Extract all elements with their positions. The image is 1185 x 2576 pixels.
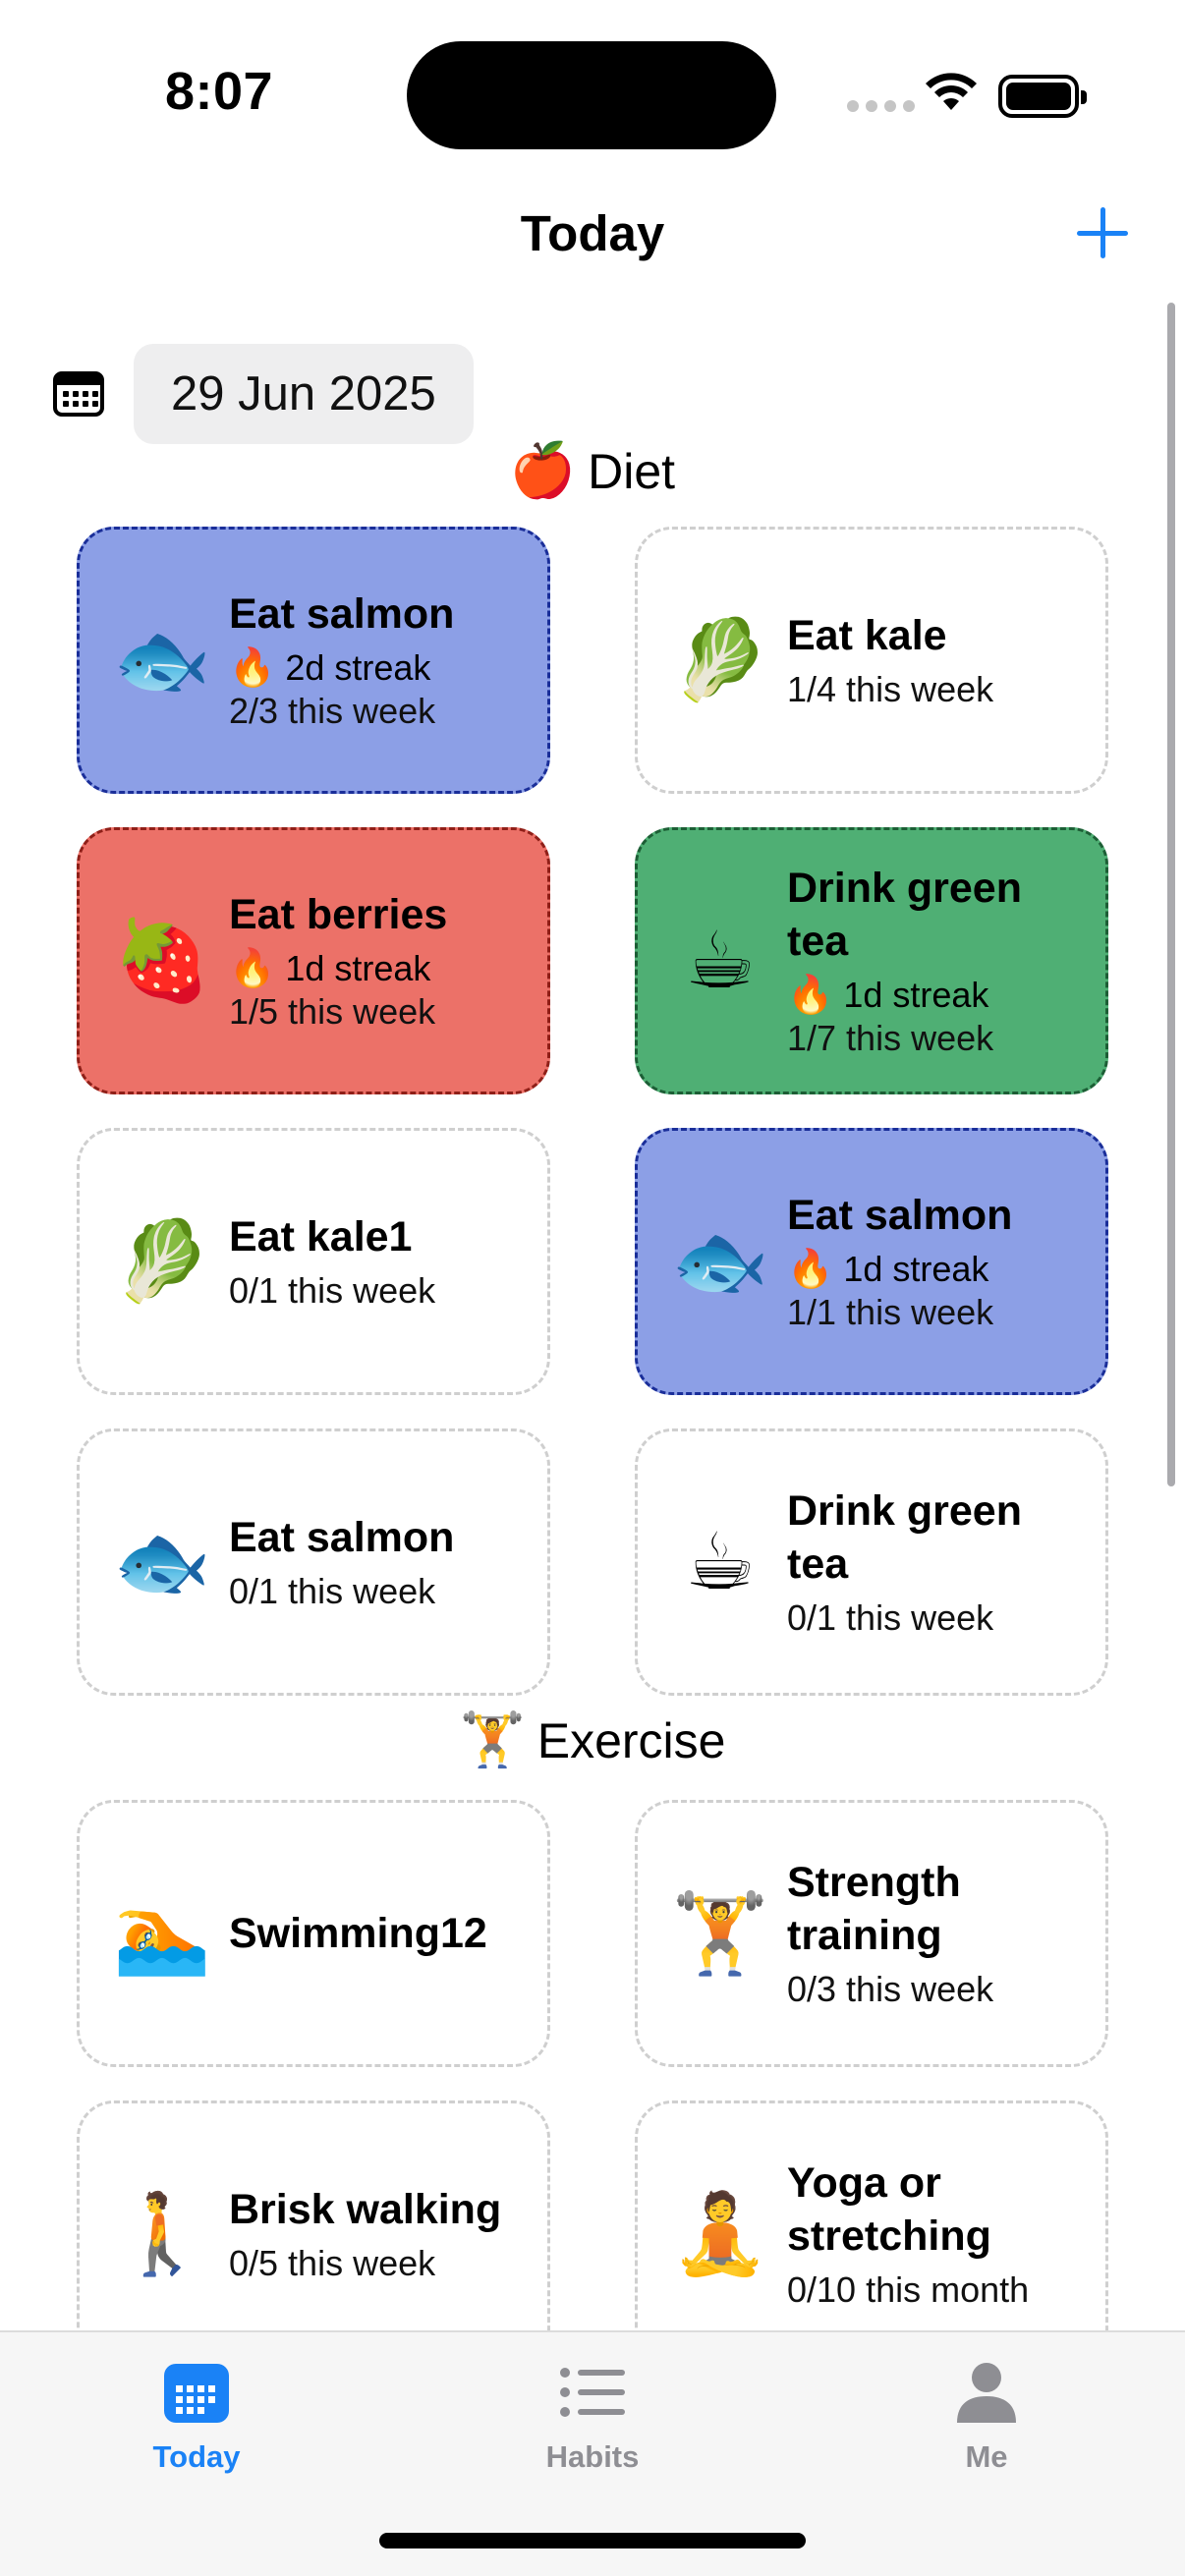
habit-emoji-icon: 🍓 <box>113 917 211 1004</box>
habit-progress: 0/1 this week <box>787 1597 994 1638</box>
habit-title: Eat berries <box>229 891 448 938</box>
habit-emoji-icon: 🧘 <box>671 2190 769 2277</box>
habit-card-body: Drink green tea 🔥 1d streak 1/7 this week <box>787 862 1090 1060</box>
streak-info: 🔥 2d streak <box>229 646 532 690</box>
cellular-signal-icon <box>847 100 915 112</box>
status-bar: 8:07 <box>0 0 1185 187</box>
tab-me[interactable]: Me <box>888 2360 1085 2475</box>
habit-emoji-icon: 🚶 <box>113 2190 211 2277</box>
wifi-icon <box>926 73 977 110</box>
habit-card[interactable]: 🐟 Eat salmon 🔥 2d streak 2/3 this week <box>77 527 550 794</box>
habit-card-body: Swimming12 <box>229 1907 532 1960</box>
calendar-icon[interactable] <box>53 371 104 417</box>
section-title: Exercise <box>536 1712 726 1768</box>
habit-emoji-icon: ☕ <box>685 917 756 1004</box>
habit-title: Eat kale <box>787 612 947 659</box>
habit-card[interactable]: 🥬 Eat kale 1/4 this week <box>635 527 1108 794</box>
habit-title: Drink green tea <box>787 1487 1022 1588</box>
habit-card-body: Brisk walking 0/5 this week <box>229 2183 532 2285</box>
habit-progress: 0/3 this week <box>787 1969 994 2009</box>
habit-card-body: Eat salmon 🔥 2d streak 2/3 this week <box>229 588 532 733</box>
habit-card-body: Strength training 0/3 this week <box>787 1856 1090 2011</box>
habit-progress: 0/5 this week <box>229 2243 436 2283</box>
habit-emoji-icon: ☕ <box>685 1518 756 1605</box>
dynamic-island <box>407 41 776 149</box>
habit-emoji-icon: 🐟 <box>671 1217 769 1305</box>
streak-info: 🔥 1d streak <box>787 1248 1090 1291</box>
habit-title: Yoga or stretching <box>787 2159 991 2260</box>
status-time: 8:07 <box>165 62 274 121</box>
section-title: Diet <box>588 443 676 499</box>
page-title: Today <box>520 205 665 261</box>
tab-habits[interactable]: Habits <box>494 2360 691 2475</box>
habit-card[interactable]: 🐟 Eat salmon 🔥 1d streak 1/1 this week <box>635 1128 1108 1395</box>
habit-progress: 1/7 this week <box>787 1018 994 1058</box>
habit-emoji-icon: 🐟 <box>113 616 211 703</box>
habit-card[interactable]: 🧘 Yoga or stretching 0/10 this month <box>635 2100 1108 2368</box>
home-indicator[interactable] <box>379 2533 806 2548</box>
habit-card-body: Eat kale1 0/1 this week <box>229 1210 532 1313</box>
fire-icon: 🔥 <box>229 647 276 689</box>
habit-card-body: Yoga or stretching 0/10 this month <box>787 2156 1090 2312</box>
habit-progress: 1/1 this week <box>787 1292 994 1332</box>
person-icon <box>957 2363 1016 2423</box>
fire-icon: 🔥 <box>229 948 276 989</box>
habit-card-body: Eat berries 🔥 1d streak 1/5 this week <box>229 888 532 1034</box>
habit-title: Eat kale1 <box>229 1213 413 1260</box>
habit-card[interactable]: 🏋️ Strength training 0/3 this week <box>635 1800 1108 2067</box>
habit-card[interactable]: 🐟 Eat salmon 0/1 this week <box>77 1428 550 1696</box>
date-picker[interactable]: 29 Jun 2025 <box>134 344 474 444</box>
streak-label: 1d streak <box>285 948 431 988</box>
habit-title: Strength training <box>787 1859 961 1959</box>
habit-title: Eat salmon <box>229 590 455 638</box>
habit-card[interactable]: ☕ Drink green tea 🔥 1d streak 1/7 this week <box>635 827 1108 1094</box>
habit-card[interactable]: ☕ Drink green tea 0/1 this week <box>635 1428 1108 1696</box>
habit-progress: 1/4 this week <box>787 669 994 709</box>
habit-emoji-icon: 🥬 <box>113 1217 211 1305</box>
section-emoji-icon: 🍎 <box>509 441 577 500</box>
habit-title: Drink green tea <box>787 865 1022 965</box>
tab-habits-label: Habits <box>545 2439 640 2474</box>
tab-me-label: Me <box>965 2439 1008 2474</box>
add-habit-button[interactable] <box>1071 201 1134 264</box>
habit-emoji-icon: 🐟 <box>113 1518 211 1605</box>
section-header: 🍎 Diet <box>0 440 1185 502</box>
streak-label: 2d streak <box>285 647 431 688</box>
streak-label: 1d streak <box>843 1249 989 1289</box>
habit-progress: 0/10 this month <box>787 2269 1030 2310</box>
calendar-icon <box>164 2364 229 2423</box>
list-icon <box>560 2368 625 2417</box>
habit-title: Eat salmon <box>787 1192 1013 1239</box>
section-header: 🏋️ Exercise <box>0 1709 1185 1771</box>
habit-progress: 1/5 this week <box>229 991 436 1032</box>
habit-progress: 0/1 this week <box>229 1270 436 1311</box>
habit-card-body: Eat kale 1/4 this week <box>787 609 1090 711</box>
habit-title: Brisk walking <box>229 2186 502 2233</box>
habit-card-body: Eat salmon 🔥 1d streak 1/1 this week <box>787 1189 1090 1334</box>
habit-title: Eat salmon <box>229 1514 455 1561</box>
streak-info: 🔥 1d streak <box>787 974 1090 1017</box>
habit-progress: 0/1 this week <box>229 1571 436 1611</box>
streak-label: 1d streak <box>843 975 989 1015</box>
habit-card-body: Eat salmon 0/1 this week <box>229 1511 532 1613</box>
fire-icon: 🔥 <box>787 1249 834 1290</box>
habit-title: Swimming12 <box>229 1910 487 1957</box>
habit-emoji-icon: 🏋️ <box>671 1889 769 1977</box>
habit-card-body: Drink green tea 0/1 this week <box>787 1484 1090 1640</box>
habit-card[interactable]: 🏊 Swimming12 <box>77 1800 550 2067</box>
habit-emoji-icon: 🏊 <box>113 1889 211 1977</box>
streak-info: 🔥 1d streak <box>229 947 532 990</box>
habit-progress: 2/3 this week <box>229 691 436 731</box>
habit-card[interactable]: 🥬 Eat kale1 0/1 this week <box>77 1128 550 1395</box>
fire-icon: 🔥 <box>787 975 834 1016</box>
tab-today[interactable]: Today <box>98 2360 295 2475</box>
habit-emoji-icon: 🥬 <box>671 616 769 703</box>
battery-icon <box>998 75 1087 118</box>
habit-card[interactable]: 🚶 Brisk walking 0/5 this week <box>77 2100 550 2368</box>
tab-today-label: Today <box>152 2439 241 2474</box>
habit-card[interactable]: 🍓 Eat berries 🔥 1d streak 1/5 this week <box>77 827 550 1094</box>
section-emoji-icon: 🏋️ <box>459 1710 526 1769</box>
